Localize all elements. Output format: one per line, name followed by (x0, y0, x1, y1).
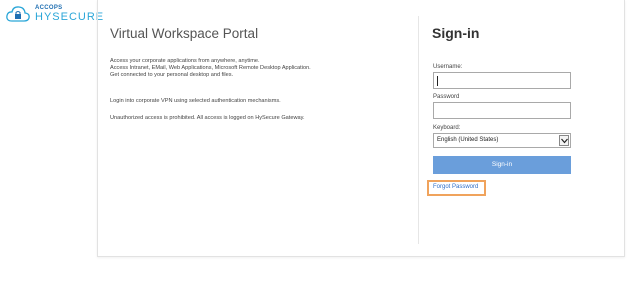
keyboard-selected-value: English (United States) (437, 137, 499, 143)
chevron-down-icon[interactable] (559, 135, 569, 146)
username-label: Username: (433, 64, 463, 70)
password-label: Password (433, 94, 460, 100)
signin-title: Sign-in (432, 25, 480, 41)
description-line: Unauthorized access is prohibited. All a… (110, 115, 305, 121)
description-line: Login into corporate VPN using selected … (110, 98, 281, 104)
password-field[interactable] (433, 102, 571, 119)
logo-product-text: HYSECURE (35, 11, 105, 23)
description-line: Get connected to your personal desktop a… (110, 72, 234, 78)
brand-logo: ACCOPS HYSECURE (5, 4, 103, 24)
keyboard-select[interactable]: English (United States) (433, 133, 571, 148)
signin-button[interactable]: Sign-in (433, 156, 571, 174)
cloud-lock-icon (5, 5, 31, 23)
keyboard-label: Keyboard: (433, 125, 461, 131)
text-caret (437, 76, 438, 86)
forgot-password-link[interactable]: Forgot Password (433, 184, 478, 190)
page-title: Virtual Workspace Portal (110, 26, 259, 41)
username-field[interactable] (433, 72, 571, 89)
column-divider (418, 16, 419, 244)
